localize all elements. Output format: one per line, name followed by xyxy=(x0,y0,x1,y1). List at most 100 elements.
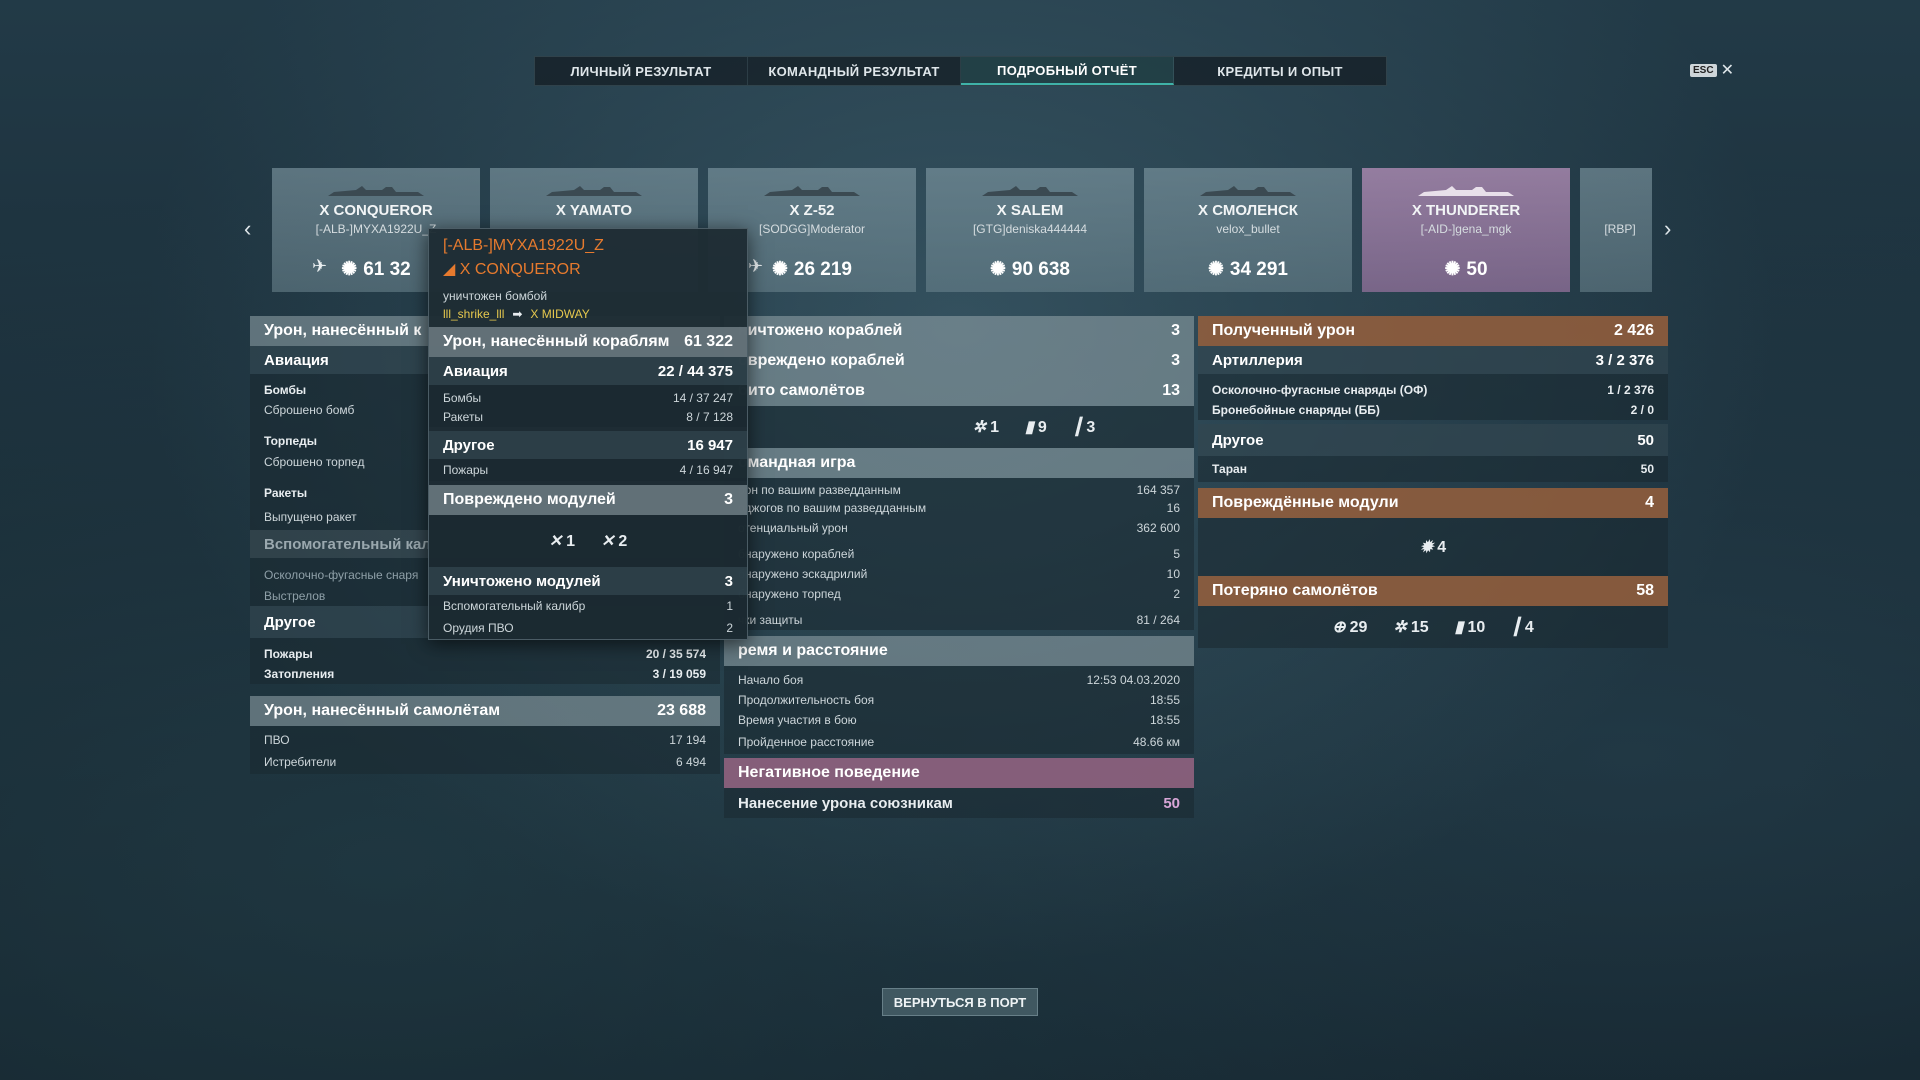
section-value: 61 322 xyxy=(684,333,733,350)
close-button[interactable]: ESC ✕ xyxy=(1690,60,1734,80)
section-title: Негативное поведение xyxy=(738,764,920,781)
aa-gun-icon: ✕ xyxy=(548,533,563,550)
row-label: Затопления xyxy=(264,667,335,681)
subsection-title: Авиация xyxy=(264,351,329,369)
row-value: 81 / 264 xyxy=(1136,613,1180,627)
subsection-title: Другое xyxy=(443,436,495,454)
damage-value: 34 291 xyxy=(1229,258,1289,280)
row-label: Начало боя xyxy=(738,673,804,687)
subsection-value: 3 / 2 376 xyxy=(1595,351,1654,369)
tooltip-ship-name: X CONQUEROR xyxy=(459,261,581,278)
section-title: ремя и расстояние xyxy=(738,642,888,659)
row-label: Выпущено ракет xyxy=(264,510,357,524)
section-header: Урон, нанесённый самолётам 23 688 xyxy=(250,696,720,726)
player-tooltip: [-ALB-]MYXA1922U_Z ◢ X CONQUEROR уничтож… xyxy=(428,228,748,640)
row-label: Вспомогательный калибр xyxy=(443,599,586,613)
section-title: овреждено кораблей xyxy=(738,352,905,369)
player-name: [GTG]deniska444444 xyxy=(972,222,1088,236)
row-label: Ракеты xyxy=(443,410,484,424)
tab-team-result[interactable]: КОМАНДНЫЙ РЕЗУЛЬТАТ xyxy=(748,57,961,85)
plane-count: 1 xyxy=(990,419,1000,436)
row-label: Продолжительность боя xyxy=(738,693,875,707)
player-name: [-AID-]gena_mgk xyxy=(1420,222,1512,236)
ship-card[interactable]: [RBP] xyxy=(1580,168,1652,292)
row-label: Истребители xyxy=(264,755,337,769)
damage-icon: ✺ xyxy=(989,259,1006,280)
section-value: 23 688 xyxy=(657,702,706,719)
ship-class-icon: ◢ xyxy=(443,261,460,278)
damage-value: 50 xyxy=(1466,258,1488,280)
row-value: 2 xyxy=(1173,587,1180,601)
section-title: Урон, нанесённый к xyxy=(264,322,422,339)
chevron-right-icon[interactable]: › xyxy=(1664,216,1671,242)
ship-card-selected[interactable]: X THUNDERER [-AID-]gena_mgk ✺ 50 xyxy=(1362,168,1570,292)
section-value: 4 xyxy=(1645,494,1654,511)
row-value: 3 / 19 059 xyxy=(652,667,706,681)
arrow-icon: ➡ xyxy=(512,307,523,321)
row-value: 16 xyxy=(1166,501,1180,515)
ship-card[interactable]: X СМОЛЕНСК velox_bullet ✺ 34 291 xyxy=(1144,168,1352,292)
plane-count: 4 xyxy=(1524,619,1534,636)
damage-value: 61 32 xyxy=(363,258,411,280)
row-value: 2 / 0 xyxy=(1630,403,1654,417)
module-count: 4 xyxy=(1437,539,1447,556)
row-value: 18:55 xyxy=(1149,713,1180,727)
row-label: Нанесение урона союзникам xyxy=(738,794,953,812)
ship-card[interactable]: X SALEM [GTG]deniska444444 ✺ 90 638 xyxy=(926,168,1134,292)
row-value: 4 / 16 947 xyxy=(679,463,733,477)
row-label: Осколочно-фугасные снаряды (ОФ) xyxy=(1212,383,1428,397)
subsection-title: Авиация xyxy=(443,362,508,380)
close-icon: ✕ xyxy=(1720,62,1734,79)
row-label: оджогов по вашим разведданным xyxy=(738,501,927,515)
subsection-value: 22 / 44 375 xyxy=(657,362,733,380)
tab-credits-xp[interactable]: КРЕДИТЫ И ОПЫТ xyxy=(1174,57,1386,85)
damage-icon: ✺ xyxy=(341,259,358,280)
row-label: Осколочно-фугасные снаря xyxy=(264,568,419,582)
tooltip-player-name: [-ALB-]MYXA1922U_Z xyxy=(443,237,604,254)
row-value: 17 194 xyxy=(669,733,706,747)
section-title: бито самолётов xyxy=(738,382,865,399)
ship-name: X YAMATO xyxy=(555,202,633,219)
row-value: 50 xyxy=(1640,462,1654,476)
subsection-title: Другое xyxy=(264,613,316,631)
row-value: 1 / 2 376 xyxy=(1607,383,1654,397)
subsection-value: 50 xyxy=(1637,431,1654,449)
module-count: 1 xyxy=(566,533,575,550)
ship-name: X SALEM xyxy=(996,202,1064,219)
row-label: бнаружено кораблей xyxy=(738,547,855,561)
return-to-port-button[interactable]: ВЕРНУТЬСЯ В ПОРТ xyxy=(882,988,1038,1016)
secondary-gun-icon: ✕ xyxy=(601,533,615,550)
module-count: 2 xyxy=(618,533,628,550)
row-label: Бомбы xyxy=(264,383,307,397)
section-title: Повреждённые модули xyxy=(1212,494,1399,511)
section-title: Урон, нанесённый кораблям xyxy=(443,333,670,350)
subsection-title: Другое xyxy=(1212,431,1264,449)
tab-bar: ЛИЧНЫЙ РЕЗУЛЬТАТ КОМАНДНЫЙ РЕЗУЛЬТАТ ПОД… xyxy=(534,56,1387,86)
esc-key-label: ESC xyxy=(1690,63,1717,77)
row-value: 10 xyxy=(1166,567,1180,581)
ship-silhouette-icon xyxy=(328,186,424,196)
subsection-title: Уничтожено модулей xyxy=(443,572,601,590)
section-title: Урон, нанесённый самолётам xyxy=(264,702,501,719)
subsection-value: 16 947 xyxy=(687,436,733,454)
section-value: 3 xyxy=(1171,352,1180,369)
section-title: омандная игра xyxy=(738,454,856,471)
ship-silhouette-icon xyxy=(764,186,860,196)
row-label: бнаружено торпед xyxy=(738,587,841,601)
ship-name: X CONQUEROR xyxy=(319,202,433,219)
row-label: Пройденное расстояние xyxy=(738,735,875,749)
row-value: 20 / 35 574 xyxy=(645,647,706,661)
damage-icon: ✺ xyxy=(771,259,788,280)
chevron-left-icon[interactable]: ‹ xyxy=(244,216,251,242)
section-value: 3 xyxy=(1171,322,1180,339)
section-value: 13 xyxy=(1162,382,1180,399)
attacker-name: lll_shrike_lll xyxy=(443,307,505,321)
tab-personal-result[interactable]: ЛИЧНЫЙ РЕЗУЛЬТАТ xyxy=(535,57,748,85)
tab-detailed-report[interactable]: ПОДРОБНЫЙ ОТЧЁТ xyxy=(961,57,1174,85)
row-label: Сброшено торпед xyxy=(264,455,365,469)
row-value: 1 xyxy=(726,599,733,613)
rocket-icon: ┃ xyxy=(1072,419,1083,436)
rocket-icon: ┃ xyxy=(1511,619,1521,636)
death-cause: уничтожен бомбой xyxy=(443,289,548,303)
ship-silhouette-icon xyxy=(546,186,642,196)
